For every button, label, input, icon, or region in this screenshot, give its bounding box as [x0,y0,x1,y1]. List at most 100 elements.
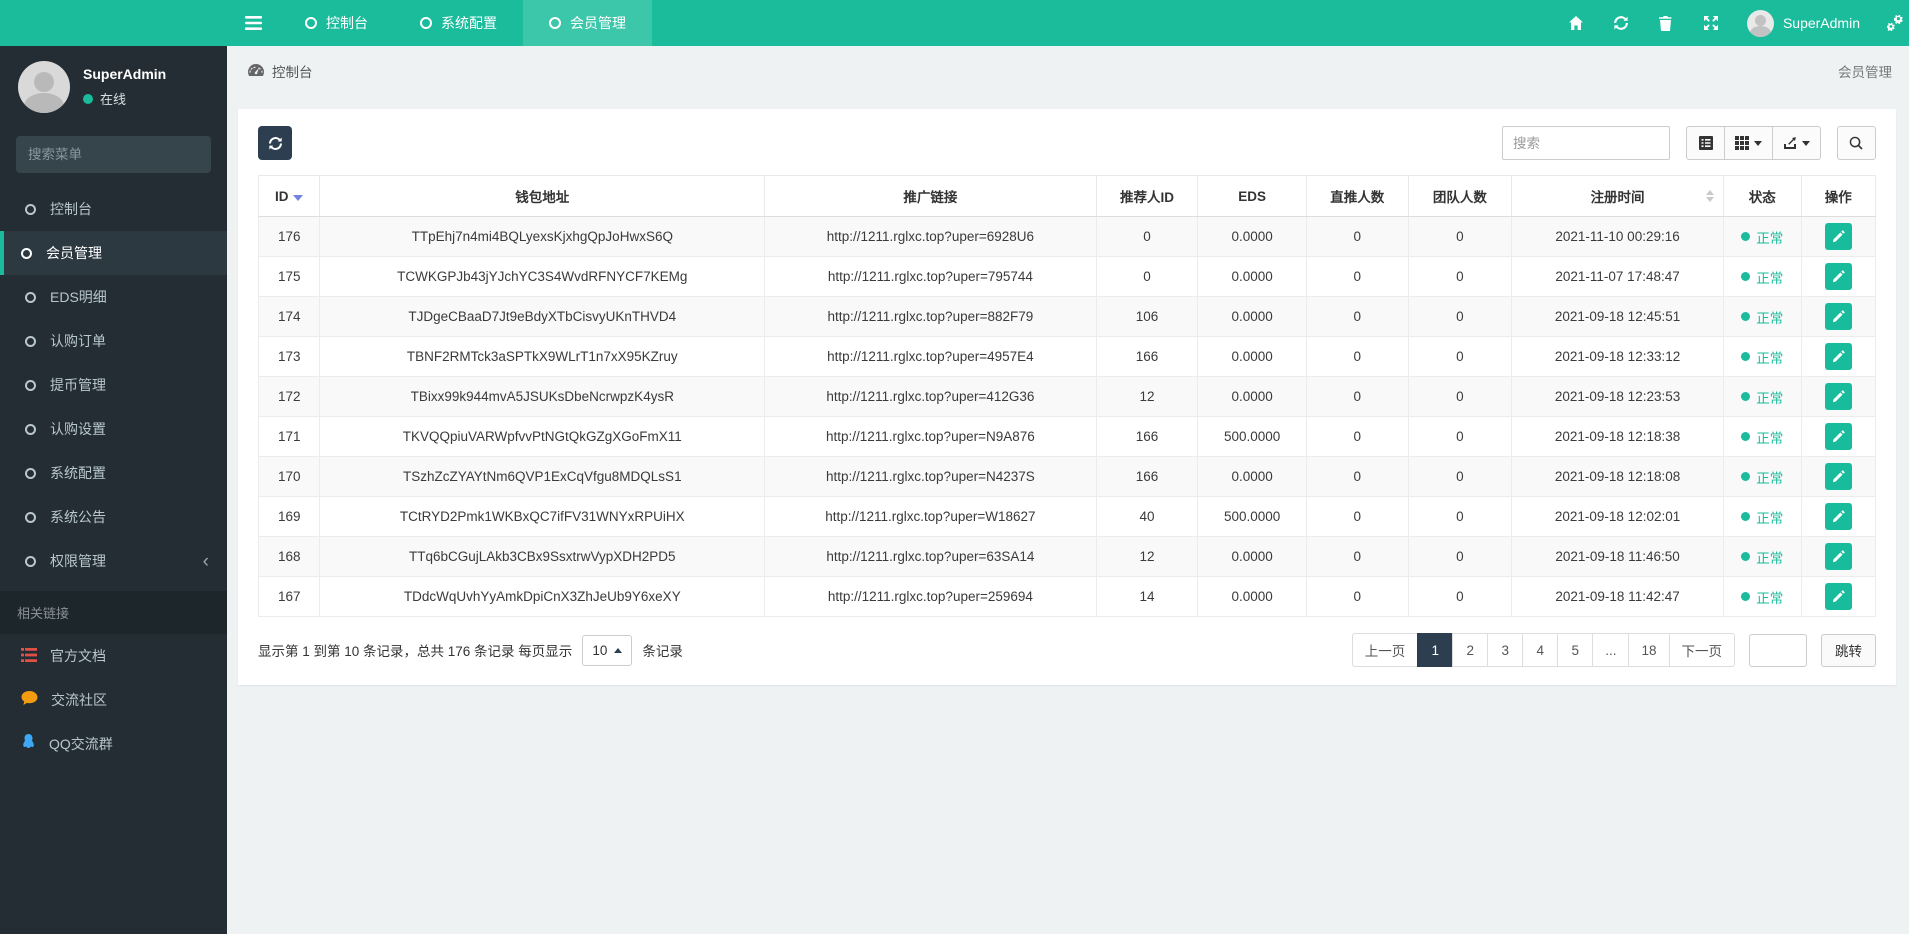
table-row: 176 TTpEhj7n4mi4BQLyexsKjxhgQpJoHwxS6Q htt… [257,216,1877,257]
column-header-7: 团队人数 [1407,175,1513,217]
edit-button[interactable] [1824,223,1852,250]
gears-icon[interactable] [1887,14,1905,32]
tab-label: 控制台 [326,15,368,31]
sidebar-item-9[interactable]: 权限管理 ‹ [0,539,227,583]
tab-1[interactable]: 控制台 [279,0,394,46]
column-header-1[interactable]: ID [257,175,321,217]
jump-page-input[interactable] [1749,633,1807,667]
sidebar-search-input[interactable] [28,147,205,162]
nav-tabs: 控制台 系统配置 会员管理 [279,0,652,46]
export-icon [1784,137,1796,149]
hamburger-icon[interactable] [227,0,279,46]
breadcrumb-current: 控制台 [272,64,313,80]
cell-actions [1800,456,1877,497]
sidebar-link-3[interactable]: QQ交流群 [0,722,227,766]
toggle-view-button[interactable] [1686,126,1725,160]
cell-eds: 0.0000 [1197,536,1307,577]
cell-link: http://1211.rglxc.top?uper=4957E4 [764,336,1097,377]
sidebar-item-3[interactable]: EDS明细 [0,275,227,319]
sidebar-item-8[interactable]: 系统公告 [0,495,227,539]
sidebar-item-label: 提币管理 [50,377,106,393]
cell-team: 0 [1407,336,1513,377]
table-row: 167 TDdcWqUvhYyAmkDpiCnX3ZhJeUb9Y6xeXY htt… [257,576,1877,617]
fullscreen-icon[interactable] [1702,14,1720,32]
pencil-icon [1832,550,1845,563]
circle-icon [21,247,32,259]
cell-ref_id: 14 [1095,576,1199,617]
cell-team: 0 [1407,496,1513,537]
pencil-icon [1832,470,1845,483]
search-button[interactable] [1837,126,1876,160]
table-row: 168 TTq6bCGujLAkb3CBx9SsxtrwVypXDH2PD5 htt… [257,536,1877,577]
page-button-3[interactable]: 3 [1487,633,1524,667]
cell-reg_time: 2021-09-18 11:42:47 [1511,576,1724,617]
tab-3[interactable]: 会员管理 [523,0,652,46]
breadcrumb: 控制台 会员管理 [227,46,1909,95]
status-dot [1741,552,1751,561]
columns-button[interactable] [1724,126,1773,160]
cell-link: http://1211.rglxc.top?uper=N9A876 [764,416,1097,457]
status-dot [1741,272,1751,281]
cell-id: 171 [257,416,321,457]
circle-icon [25,467,36,479]
page-size-select[interactable]: 10 [582,634,633,666]
sidebar-item-6[interactable]: 认购设置 [0,407,227,451]
breadcrumb-page: 会员管理 [1838,64,1892,80]
edit-button[interactable] [1824,303,1852,330]
sidebar-link-1[interactable]: 官方文档 [0,634,227,678]
list-view-icon [1698,136,1713,150]
cell-eds: 0.0000 [1197,376,1307,417]
cell-id: 176 [257,216,321,257]
cell-id: 169 [257,496,321,537]
cell-wallet: TDdcWqUvhYyAmkDpiCnX3ZhJeUb9Y6xeXY [319,576,766,617]
avatar [18,61,70,113]
edit-button[interactable] [1824,583,1852,610]
cell-team: 0 [1407,536,1513,577]
caret-down-icon [1754,140,1762,146]
column-header-8[interactable]: 注册时间 [1511,175,1724,217]
sidebar-link-2[interactable]: 交流社区 [0,678,227,722]
home-icon[interactable] [1567,14,1585,32]
refresh-button[interactable] [258,126,292,160]
sidebar-item-7[interactable]: 系统配置 [0,451,227,495]
page-button-18[interactable]: 18 [1628,633,1670,667]
circle-icon [420,17,432,29]
edit-button[interactable] [1824,503,1852,530]
refresh-icon[interactable] [1612,14,1630,32]
page-button-1[interactable]: 1 [1417,633,1454,667]
cell-eds: 0.0000 [1197,256,1307,297]
tab-2[interactable]: 系统配置 [394,0,523,46]
page-button-5[interactable]: 5 [1557,633,1594,667]
column-header-6: 直推人数 [1305,175,1409,217]
cell-eds: 0.0000 [1197,456,1307,497]
cell-reg_time: 2021-11-10 00:29:16 [1511,216,1724,257]
edit-button[interactable] [1824,543,1852,570]
user-menu[interactable]: SuperAdmin [1746,9,1860,37]
cell-ref_id: 12 [1095,376,1199,417]
topbar-brand [0,0,227,46]
sidebar-item-5[interactable]: 提币管理 [0,363,227,407]
cell-wallet: TTq6bCGujLAkb3CBx9SsxtrwVypXDH2PD5 [319,536,766,577]
sidebar-item-2[interactable]: 会员管理 [0,231,227,275]
sidebar-item-4[interactable]: 认购订单 [0,319,227,363]
pencil-icon [1832,510,1845,523]
export-button[interactable] [1772,126,1821,160]
edit-button[interactable] [1824,463,1852,490]
edit-button[interactable] [1824,423,1852,450]
trash-icon[interactable] [1657,14,1675,32]
table-toolbar [258,126,1876,160]
prev-page-button[interactable]: 上一页 [1351,633,1419,667]
page-button-...[interactable]: ... [1592,633,1630,667]
next-page-button[interactable]: 下一页 [1668,633,1735,667]
page-button-4[interactable]: 4 [1522,633,1559,667]
status-dot [1741,512,1751,521]
edit-button[interactable] [1824,343,1852,370]
sidebar-item-1[interactable]: 控制台 [0,187,227,231]
jump-button[interactable]: 跳转 [1821,633,1876,667]
page-button-2[interactable]: 2 [1452,633,1489,667]
edit-button[interactable] [1824,263,1852,290]
edit-button[interactable] [1824,383,1852,410]
table-search-input[interactable] [1502,126,1670,160]
cell-wallet: TBixx99k944mvA5JSUKsDbeNcrwpzK4ysR [319,376,766,417]
chat-icon [21,691,38,709]
